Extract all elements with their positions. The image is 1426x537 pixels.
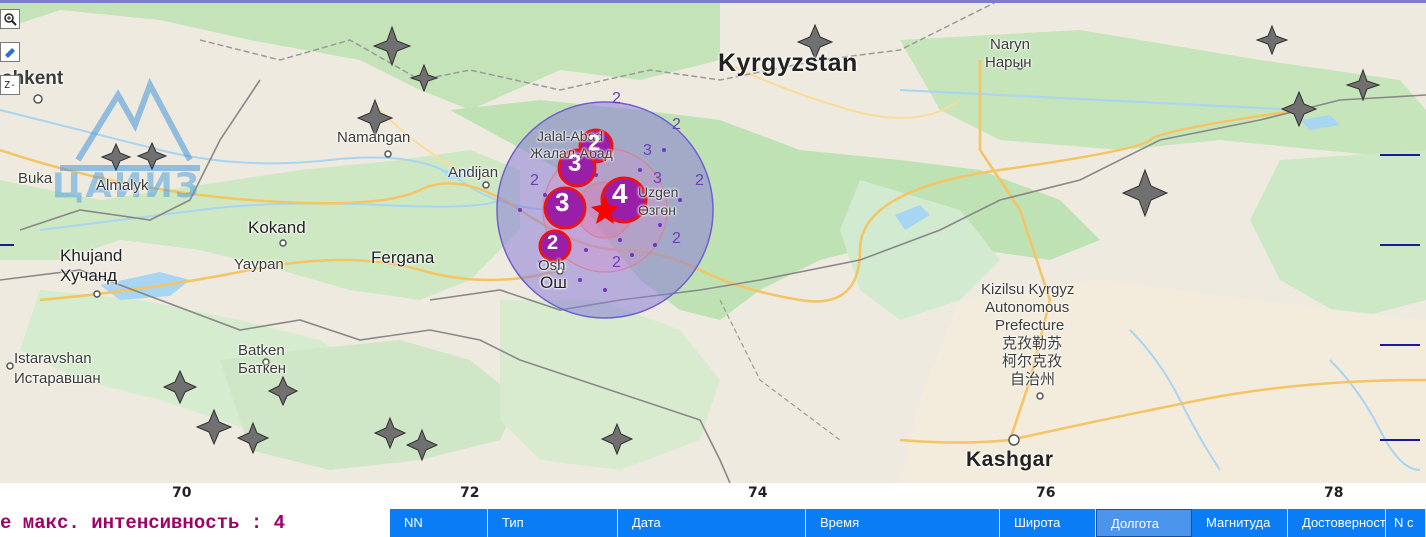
z-order-button[interactable]: Z- xyxy=(0,75,20,95)
region-label-kizilsu-1: Kizilsu Kyrgyz xyxy=(981,281,1075,298)
top-border xyxy=(0,0,1426,3)
event-marker-label: 3 xyxy=(568,150,582,177)
intensity-label: 3 xyxy=(643,142,652,159)
city-label-osh-cyr: Ош xyxy=(540,273,567,292)
city-label-naryn: Naryn xyxy=(990,36,1031,53)
city-label-kashgar: Kashgar xyxy=(966,448,1054,471)
axis-tick-label: 78 xyxy=(1324,485,1344,501)
city-label-fergana: Fergana xyxy=(371,248,435,267)
intensity-label: 2 xyxy=(612,90,621,107)
map-canvas[interactable] xyxy=(0,0,1426,483)
axis-tick-label: 76 xyxy=(1036,485,1056,501)
column-header-date[interactable]: Дата xyxy=(618,509,806,537)
event-marker-label: 2 xyxy=(547,232,559,254)
city-label-batken: Batken xyxy=(238,342,285,359)
city-label-khujand: Khujand xyxy=(60,246,123,265)
city-label-batken-cyr: Баткен xyxy=(238,360,287,377)
country-label-kyrgyzstan: Kyrgyzstan xyxy=(718,49,858,77)
city-label-istaravshan: Istaravshan xyxy=(14,350,92,367)
city-label-yaypan: Yaypan xyxy=(234,256,284,273)
city-label-buka: Buka xyxy=(18,170,53,187)
region-label-kizilsu-4: 克孜勒苏 xyxy=(1002,335,1063,352)
axis-tick-label: 70 xyxy=(172,485,192,501)
column-header-longitude[interactable]: Долгота xyxy=(1096,509,1192,537)
axis-tick-label: 74 xyxy=(748,485,768,501)
intensity-label: 2 xyxy=(672,116,681,133)
intensity-label: 3 xyxy=(653,170,662,187)
column-header-reliability[interactable]: Достоверность xyxy=(1288,509,1386,537)
column-header-time[interactable]: Время xyxy=(806,509,1000,537)
event-marker-label: 4 xyxy=(612,178,628,209)
region-label-kizilsu-3: Prefecture xyxy=(995,317,1065,334)
city-label-naryn-cyr: Нарын xyxy=(985,54,1032,71)
region-label-kizilsu-6: 自治州 xyxy=(1010,371,1056,388)
city-label-namangan: Namangan xyxy=(337,129,411,146)
region-label-kizilsu-2: Autonomous xyxy=(985,299,1070,316)
axis-tick-label: 72 xyxy=(460,485,480,501)
city-label-kokand: Kokand xyxy=(248,218,306,237)
city-label-istaravshan-cyr: Истаравшан xyxy=(14,370,101,387)
column-header-magnitude[interactable]: Магнитуда xyxy=(1192,509,1288,537)
eraser-icon[interactable] xyxy=(0,42,20,62)
zoom-icon[interactable] xyxy=(0,9,20,29)
column-header-nn[interactable]: NN xyxy=(390,509,488,537)
region-label-kizilsu-5: 柯尔克孜 xyxy=(1002,353,1063,370)
event-marker-label: 3 xyxy=(555,187,570,217)
city-label-almalyk: Almalyk xyxy=(96,177,149,194)
city-label-uzgen-cyr: Өзгөн xyxy=(638,202,676,218)
intensity-label: 2 xyxy=(530,172,539,189)
events-table-header: NN Тип Дата Время Широта Долгота Магниту… xyxy=(390,509,1426,537)
intensity-label: 2 xyxy=(612,254,621,271)
longitude-axis xyxy=(0,483,1426,507)
column-header-n-stations[interactable]: N с xyxy=(1386,509,1426,537)
event-marker-label: 2 xyxy=(588,130,601,155)
city-label-osh: Osh xyxy=(538,257,566,274)
max-intensity-status: е макс. интенсивность : 4 xyxy=(0,512,286,534)
column-header-latitude[interactable]: Широта xyxy=(1000,509,1096,537)
intensity-label: 2 xyxy=(672,230,681,247)
city-label-khujand-cyr: Хучанд xyxy=(60,266,118,285)
column-header-type[interactable]: Тип xyxy=(488,509,618,537)
city-label-andijan: Andijan xyxy=(448,164,499,181)
intensity-label: 2 xyxy=(695,172,704,189)
